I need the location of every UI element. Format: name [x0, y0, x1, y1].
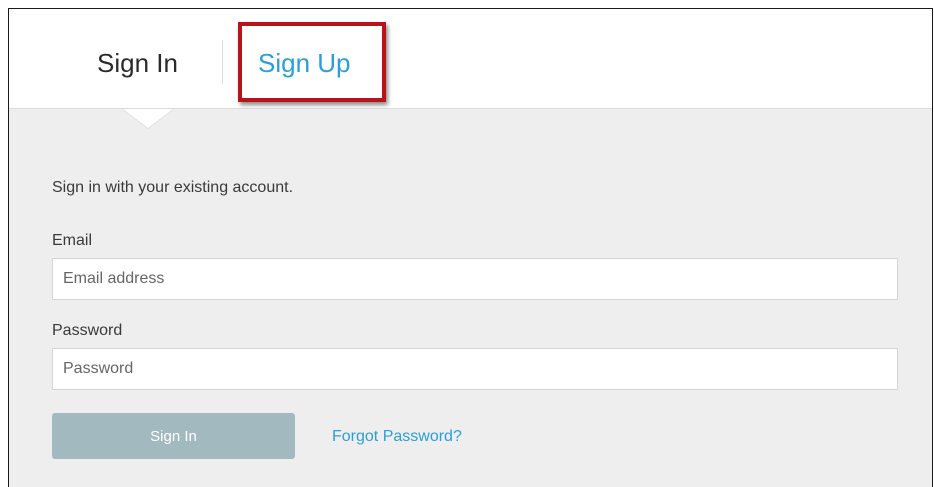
email-field[interactable] — [52, 258, 898, 300]
tab-sign-in[interactable]: Sign In — [97, 47, 178, 79]
tab-divider — [222, 40, 223, 84]
active-tab-pointer — [123, 109, 173, 128]
password-label: Password — [52, 322, 123, 339]
auth-window: Sign In Sign Up Sign in with your existi… — [8, 8, 933, 487]
forgot-password-link[interactable]: Forgot Password? — [332, 428, 462, 446]
auth-tabs: Sign In Sign Up — [9, 9, 932, 109]
sign-in-button[interactable]: Sign In — [52, 413, 295, 459]
email-label: Email — [52, 232, 93, 249]
sign-up-highlight-annotation — [238, 22, 386, 102]
password-field[interactable] — [52, 348, 898, 390]
sign-in-intro-text: Sign in with your existing account. — [52, 179, 294, 196]
